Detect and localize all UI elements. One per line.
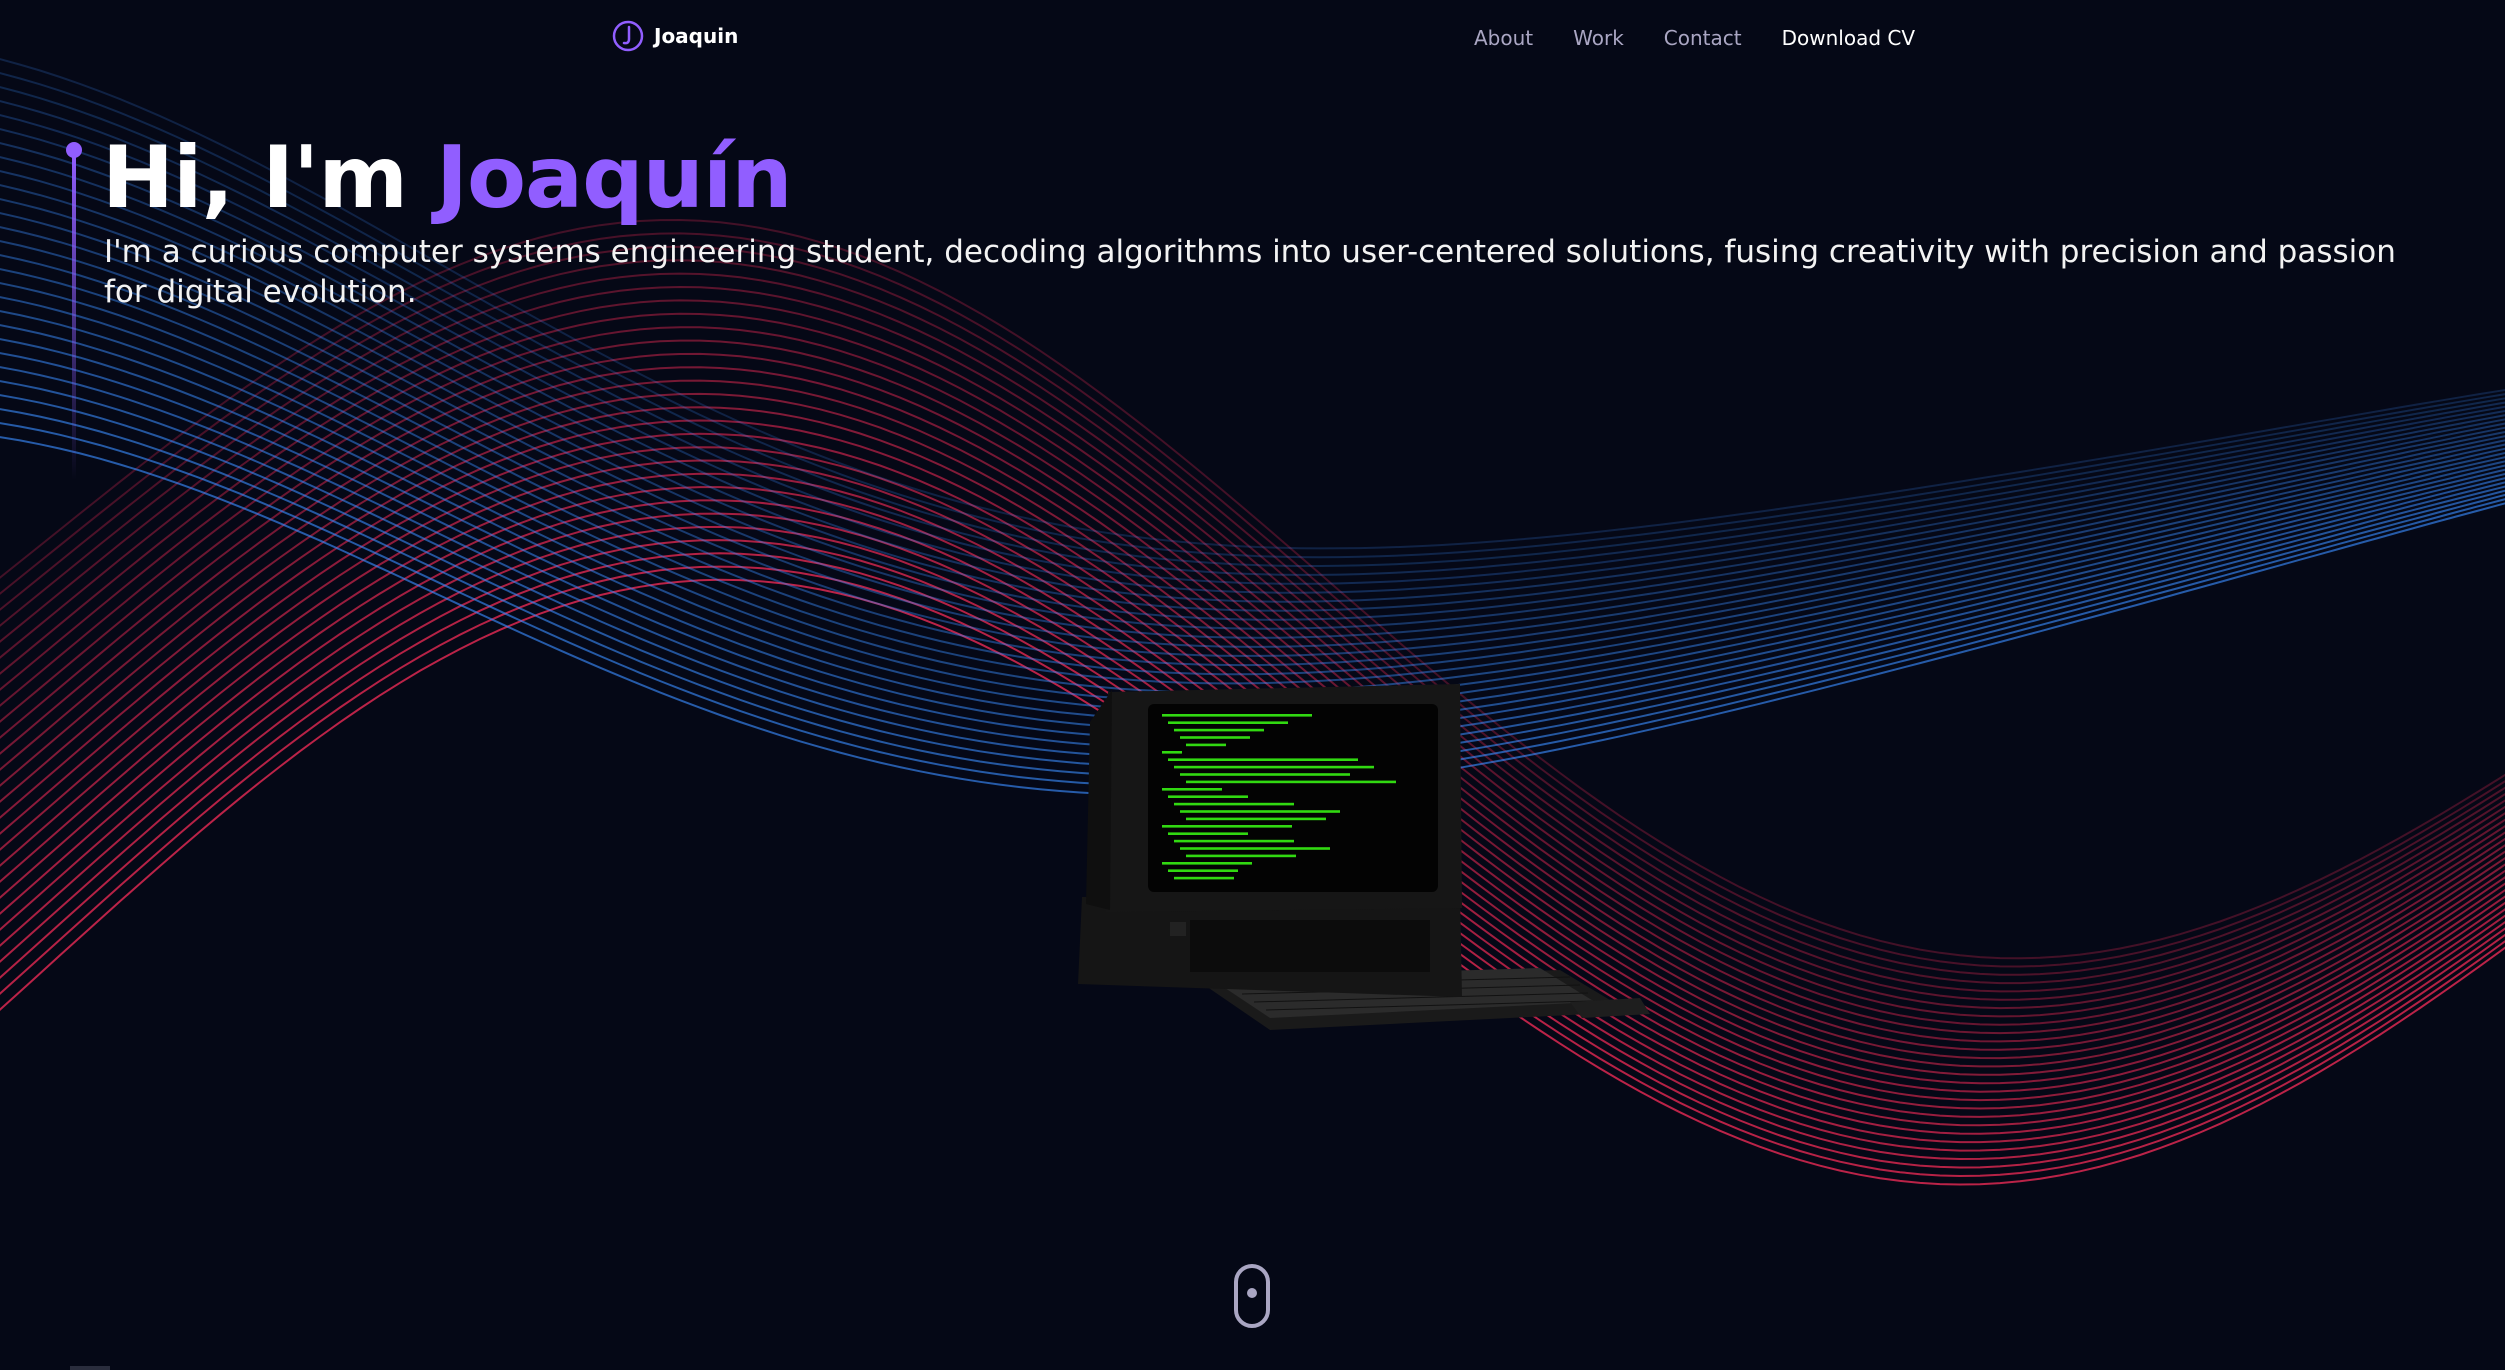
blue-wave-line xyxy=(0,282,2505,694)
hero-page: Joaquin About Work Contact Download CV H… xyxy=(0,0,2505,1370)
terminal-code-line xyxy=(1162,714,1312,717)
hero-accent-line xyxy=(66,142,82,480)
terminal-code-line xyxy=(1186,854,1296,858)
nav-link-about[interactable]: About xyxy=(1474,26,1533,50)
terminal-code-line xyxy=(1162,825,1292,828)
terminal-code-line xyxy=(1186,743,1226,747)
terminal-code-line xyxy=(1174,839,1294,843)
terminal-code-line xyxy=(1180,736,1250,739)
terminal-code-line xyxy=(1186,817,1326,821)
terminal-code-line xyxy=(1174,802,1294,806)
bottom-corner-tab xyxy=(70,1366,110,1370)
terminal-code-line xyxy=(1174,728,1264,732)
retro-computer-model xyxy=(1078,684,1650,1030)
nav-links: About Work Contact Download CV xyxy=(1474,26,1915,50)
hero-greeting: Hi, I'm xyxy=(102,128,436,228)
terminal-code-line xyxy=(1162,862,1252,865)
terminal-code-line xyxy=(1180,773,1350,776)
terminal-code-line xyxy=(1168,795,1248,798)
terminal-code-line xyxy=(1168,869,1238,872)
download-cv-link[interactable]: Download CV xyxy=(1782,26,1915,50)
hero-subtitle: I'm a curious computer systems engineeri… xyxy=(104,234,2396,310)
logo-link[interactable]: Joaquin xyxy=(612,20,738,52)
terminal-code-line xyxy=(1162,788,1222,791)
nav-link-work[interactable]: Work xyxy=(1573,26,1624,50)
mouse-scroll-icon xyxy=(1247,1288,1257,1298)
terminal-code-line xyxy=(1180,810,1340,813)
circle-logo-icon xyxy=(612,20,644,52)
logo-text: Joaquin xyxy=(654,24,739,48)
terminal-code-line xyxy=(1168,721,1288,724)
hero-title: Hi, I'm Joaquín xyxy=(102,128,793,228)
terminal-code-line xyxy=(1180,847,1330,850)
terminal-code-line xyxy=(1168,758,1358,761)
top-navigation: Joaquin About Work Contact Download CV xyxy=(0,0,2505,78)
terminal-code-line xyxy=(1186,780,1396,784)
nav-link-contact[interactable]: Contact xyxy=(1664,26,1742,50)
hero-name: Joaquín xyxy=(435,128,793,228)
terminal-code-line xyxy=(1162,751,1182,754)
terminal-code-line xyxy=(1174,765,1374,769)
terminal-code-line xyxy=(1168,832,1248,835)
terminal-code-line xyxy=(1174,876,1234,880)
scroll-down-button[interactable] xyxy=(1234,1264,1270,1328)
